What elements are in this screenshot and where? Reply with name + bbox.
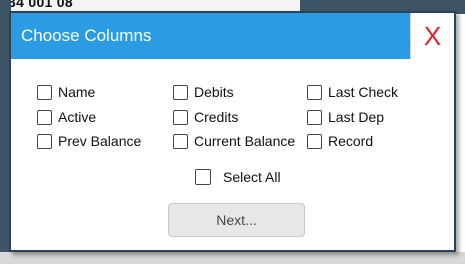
checkbox-record[interactable]: [307, 133, 322, 149]
column-option-debits[interactable]: Debits: [173, 84, 234, 100]
background-window-bottom: [0, 252, 465, 264]
select-all-label: Select All: [223, 169, 281, 185]
column-label-record: Record: [328, 133, 374, 149]
checkbox-prev-balance[interactable]: [37, 133, 52, 149]
column-label-debits: Debits: [194, 84, 234, 100]
column-label-active: Active: [58, 109, 97, 125]
checkbox-active[interactable]: [37, 109, 52, 125]
select-all-option[interactable]: Select All: [195, 169, 281, 185]
checkbox-select-all[interactable]: [195, 169, 211, 185]
dialog-titlebar: Choose Columns X: [11, 13, 454, 59]
checkbox-last-check[interactable]: [307, 84, 322, 100]
close-button[interactable]: X: [410, 13, 454, 59]
checkbox-last-dep[interactable]: [307, 109, 322, 125]
column-option-last-check[interactable]: Last Check: [307, 84, 398, 100]
column-option-active[interactable]: Active: [37, 109, 96, 125]
column-label-last-dep: Last Dep: [328, 109, 385, 125]
choose-columns-dialog: Choose Columns X Name Active Prev Balanc…: [9, 11, 456, 252]
close-icon: X: [423, 21, 442, 51]
checkbox-name[interactable]: [37, 84, 52, 100]
column-option-record[interactable]: Record: [307, 133, 373, 149]
checkbox-debits[interactable]: [173, 84, 188, 100]
dialog-title: Choose Columns: [21, 26, 152, 45]
column-label-credits: Credits: [194, 109, 239, 125]
column-label-current-balance: Current Balance: [194, 133, 296, 149]
column-option-name[interactable]: Name: [37, 84, 95, 100]
column-option-prev-balance[interactable]: Prev Balance: [37, 133, 141, 149]
column-label-last-check: Last Check: [328, 84, 399, 100]
column-option-credits[interactable]: Credits: [173, 109, 238, 125]
background-partial-text: 34 001 08: [8, 0, 73, 10]
column-option-current-balance[interactable]: Current Balance: [173, 133, 295, 149]
next-button[interactable]: Next...: [168, 203, 305, 237]
checkbox-credits[interactable]: [173, 109, 188, 125]
checkbox-current-balance[interactable]: [173, 133, 188, 149]
column-label-prev-balance: Prev Balance: [58, 133, 142, 149]
column-label-name: Name: [58, 84, 96, 100]
column-option-last-dep[interactable]: Last Dep: [307, 109, 384, 125]
